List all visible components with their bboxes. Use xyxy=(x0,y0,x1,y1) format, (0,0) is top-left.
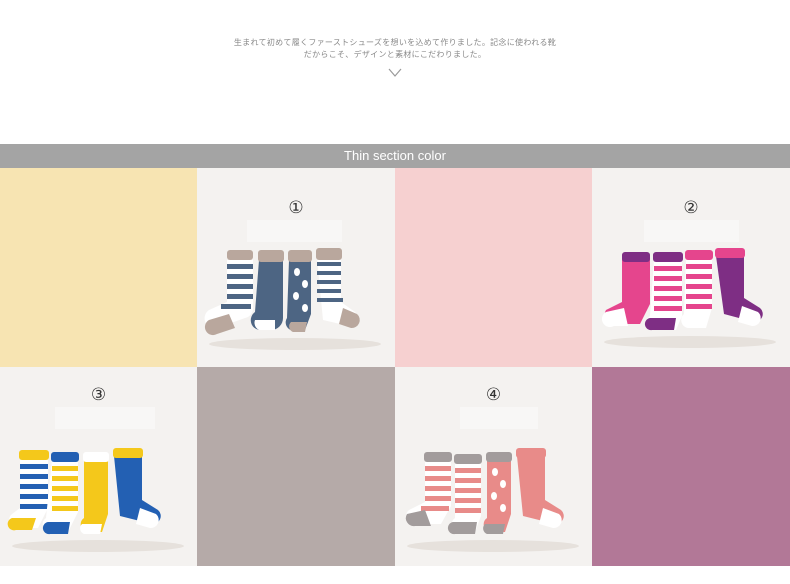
intro-text-line-1: 生まれて初めて履くファーストシューズを想いを込めて作りました。記念に使われる靴 xyxy=(233,38,557,47)
intro-section: 生まれて初めて履くファーストシューズを想いを込めて作りました。記念に使われる靴 … xyxy=(0,0,790,144)
product-number: ① xyxy=(288,198,304,218)
section-title-bar: Thin section color xyxy=(0,144,790,168)
color-grid: ① ② ③ ④ xyxy=(0,168,790,566)
socks-image xyxy=(204,248,381,350)
color-swatch-pink xyxy=(395,168,592,367)
intro-text-line-2: だからこそ、デザインと素材にこだわりました。 xyxy=(303,50,487,59)
chevron-down-icon xyxy=(388,68,402,77)
product-card-2[interactable]: ② xyxy=(592,168,790,367)
bottom-margin xyxy=(0,566,790,584)
color-swatch-taupe xyxy=(197,367,395,566)
product-card-1[interactable]: ① xyxy=(197,168,395,367)
product-card-3[interactable]: ③ xyxy=(0,367,197,566)
product-card-4[interactable]: ④ xyxy=(395,367,592,566)
product-number: ③ xyxy=(90,385,107,405)
color-swatch-yellow xyxy=(0,168,197,367)
section-title: Thin section color xyxy=(344,148,446,163)
product-number: ② xyxy=(683,198,699,218)
label-backdrop xyxy=(460,407,538,429)
socks-image xyxy=(601,248,776,348)
product-number: ④ xyxy=(485,385,502,405)
label-backdrop xyxy=(55,407,155,429)
socks-image xyxy=(405,448,579,552)
socks-image xyxy=(7,448,184,552)
color-swatch-purple xyxy=(592,367,790,566)
